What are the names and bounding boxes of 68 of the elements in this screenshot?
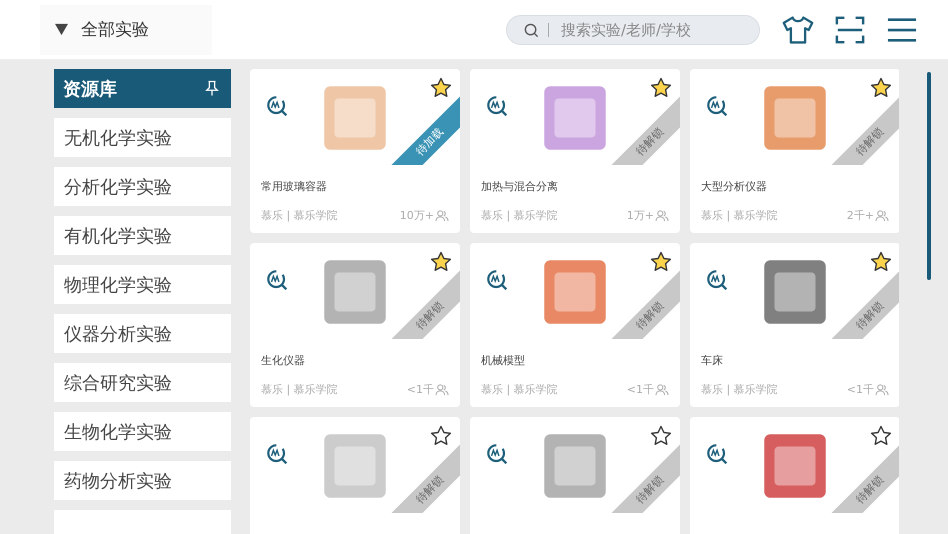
category-dropdown[interactable]: 全部实验 xyxy=(40,4,212,54)
card-title: 大型分析仪器 xyxy=(700,179,768,194)
scrollbar[interactable] xyxy=(927,72,931,280)
sidebar-item[interactable]: 有机化学实验 xyxy=(54,216,231,255)
logo-icon xyxy=(266,443,290,467)
user-count: 1万+ xyxy=(626,208,654,223)
experiment-card[interactable]: 待解锁 xyxy=(470,417,680,534)
user-count: <1千 xyxy=(846,382,874,397)
star-icon[interactable] xyxy=(429,424,453,448)
user-count: <1千 xyxy=(406,382,434,397)
experiment-card[interactable]: 待解锁 加热与混合分离 慕乐 | 慕乐学院 1万+ xyxy=(470,69,680,233)
logo-icon xyxy=(486,443,510,467)
logo-icon xyxy=(266,95,290,119)
author-text: 慕乐 | 慕乐学院 xyxy=(261,208,338,223)
logo-icon xyxy=(266,269,290,293)
users-icon xyxy=(655,384,669,396)
card-title: 常用玻璃容器 xyxy=(260,179,328,194)
card-title: 加热与混合分离 xyxy=(480,179,559,194)
card-title: 生化仪器 xyxy=(260,353,306,368)
experiment-card[interactable]: 待解锁 生化仪器 慕乐 | 慕乐学院 <1千 xyxy=(250,243,460,407)
sidebar-title: 资源库 xyxy=(63,78,117,100)
logo-icon xyxy=(706,95,730,119)
sidebar-item[interactable]: 分析化学实验 xyxy=(54,167,231,206)
shirt-icon[interactable] xyxy=(782,14,814,44)
search-field[interactable]: 搜索实验/老师/学校 xyxy=(506,14,760,44)
scan-icon[interactable] xyxy=(834,14,866,44)
star-icon[interactable] xyxy=(869,250,893,274)
users-icon xyxy=(435,210,449,222)
users-icon xyxy=(875,210,889,222)
sidebar-item[interactable]: 无机化学实验 xyxy=(54,118,231,157)
experiment-card[interactable]: 待解锁 大型分析仪器 慕乐 | 慕乐学院 2千+ xyxy=(690,69,899,233)
star-icon[interactable] xyxy=(429,76,453,100)
experiment-card[interactable]: 待解锁 xyxy=(690,417,899,534)
sidebar-item[interactable]: 仪器分析实验 xyxy=(54,314,231,353)
caret-icon xyxy=(54,23,69,36)
card-title: 机械模型 xyxy=(480,353,526,368)
author-text: 慕乐 | 慕乐学院 xyxy=(481,382,558,397)
user-count: 2千+ xyxy=(846,208,874,223)
experiment-card[interactable]: 待解锁 xyxy=(250,417,460,534)
author-text: 慕乐 | 慕乐学院 xyxy=(261,382,338,397)
sidebar-item[interactable]: 药物分析实验 xyxy=(54,461,231,500)
star-icon[interactable] xyxy=(869,424,893,448)
author-text: 慕乐 | 慕乐学院 xyxy=(701,382,778,397)
star-icon[interactable] xyxy=(869,76,893,100)
user-count: <1千 xyxy=(626,382,654,397)
experiment-card[interactable]: 待解锁 车床 慕乐 | 慕乐学院 <1千 xyxy=(690,243,899,407)
author-text: 慕乐 | 慕乐学院 xyxy=(701,208,778,223)
star-icon[interactable] xyxy=(429,250,453,274)
logo-icon xyxy=(486,95,510,119)
star-icon[interactable] xyxy=(649,424,673,448)
star-icon[interactable] xyxy=(649,250,673,274)
sidebar-item[interactable]: 生物化学实验 xyxy=(54,412,231,451)
experiment-card[interactable]: 待加载 常用玻璃容器 慕乐 | 慕乐学院 10万+ xyxy=(250,69,460,233)
user-count: 10万+ xyxy=(400,208,434,223)
users-icon xyxy=(655,210,669,222)
users-icon xyxy=(875,384,889,396)
sidebar-item[interactable]: 综合研究实验 xyxy=(54,363,231,402)
author-text: 慕乐 | 慕乐学院 xyxy=(481,208,558,223)
star-icon[interactable] xyxy=(649,76,673,100)
logo-icon xyxy=(706,269,730,293)
logo-icon xyxy=(706,443,730,467)
users-icon xyxy=(435,384,449,396)
sidebar-item[interactable]: 物理化学实验 xyxy=(54,265,231,304)
pin-icon[interactable] xyxy=(205,80,219,97)
logo-icon xyxy=(486,269,510,293)
experiment-card[interactable]: 待解锁 机械模型 慕乐 | 慕乐学院 <1千 xyxy=(470,243,680,407)
search-icon xyxy=(524,22,539,38)
card-title: 车床 xyxy=(700,353,724,368)
